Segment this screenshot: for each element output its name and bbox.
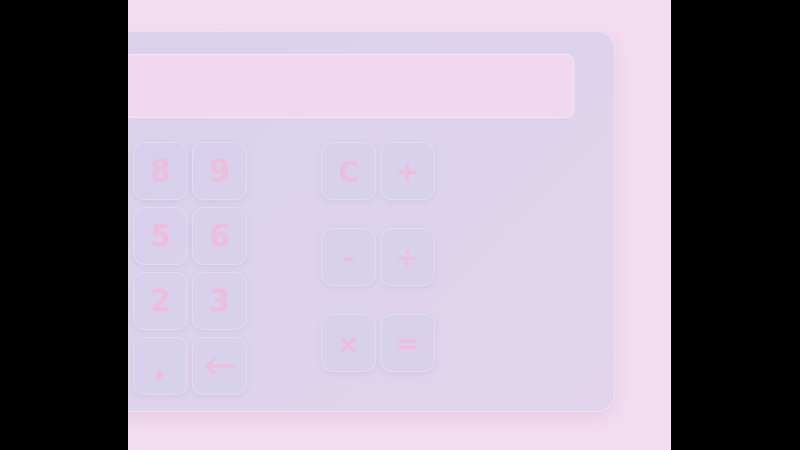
multiply-button[interactable]: × [321,314,376,372]
backspace-button[interactable] [192,337,247,395]
app-viewport: 8 9 5 6 2 3 , C + - ÷ × = [128,0,671,450]
plus-button[interactable]: + [380,142,435,200]
divide-button[interactable]: ÷ [380,228,435,286]
equals-button[interactable]: = [380,314,435,372]
minus-button[interactable]: - [321,228,376,286]
key-6[interactable]: 6 [192,207,247,265]
calculator-body: 8 9 5 6 2 3 , C + - ÷ × = [128,31,615,412]
key-comma[interactable]: , [133,337,188,395]
calculator-display [128,54,574,118]
key-9[interactable]: 9 [192,142,247,200]
key-5[interactable]: 5 [133,207,188,265]
left-arrow-icon [205,357,235,375]
clear-button[interactable]: C [321,142,376,200]
key-3[interactable]: 3 [192,272,247,330]
key-8[interactable]: 8 [133,142,188,200]
key-2[interactable]: 2 [133,272,188,330]
